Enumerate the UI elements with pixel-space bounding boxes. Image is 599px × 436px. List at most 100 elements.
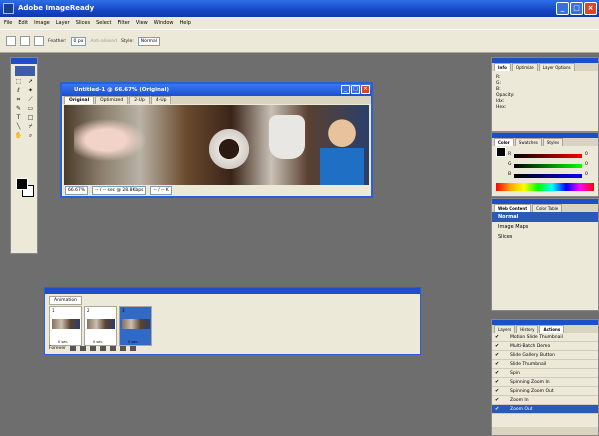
- menu-filter[interactable]: Filter: [118, 20, 130, 26]
- frame-delay[interactable]: 0 sec.: [93, 340, 103, 344]
- next-frame-icon[interactable]: [99, 346, 106, 351]
- check-icon[interactable]: ✔: [495, 333, 499, 342]
- play-icon[interactable]: [89, 346, 96, 351]
- antialiased-checkbox[interactable]: Anti-aliased: [90, 39, 117, 44]
- delete-frame-icon[interactable]: [129, 346, 136, 351]
- check-icon[interactable]: ✔: [495, 351, 499, 360]
- animation-frame-selected[interactable]: 3 0 sec.: [119, 306, 152, 346]
- menu-view[interactable]: View: [136, 20, 148, 26]
- selection-mode-icon[interactable]: [20, 36, 30, 46]
- color-swatches[interactable]: [16, 178, 34, 198]
- red-value[interactable]: 0: [585, 152, 588, 157]
- animation-frame[interactable]: 1 0 sec.: [49, 306, 82, 346]
- tab-optimized[interactable]: Optimized: [95, 96, 129, 104]
- slice-icon[interactable]: ⟋: [25, 96, 36, 104]
- animation-frame[interactable]: 2 0 sec.: [84, 306, 117, 346]
- zoom-field[interactable]: 66.67%: [65, 186, 89, 195]
- tab-info[interactable]: Info: [494, 63, 511, 71]
- green-slider[interactable]: [514, 164, 582, 168]
- tab-2up[interactable]: 2-Up: [129, 96, 150, 104]
- previous-frame-icon[interactable]: [79, 346, 86, 351]
- action-item[interactable]: ✔ Spin: [492, 369, 598, 378]
- color-foreground-swatch[interactable]: [496, 147, 506, 157]
- loop-select[interactable]: Forever: [49, 346, 66, 351]
- shape-icon[interactable]: □: [25, 114, 36, 122]
- frame-delay[interactable]: 0 sec.: [128, 340, 138, 344]
- tab-color[interactable]: Color: [494, 138, 514, 146]
- marquee-icon[interactable]: ⬚: [13, 78, 24, 86]
- tab-animation[interactable]: Animation: [49, 296, 82, 305]
- action-item[interactable]: ✔ Motion Slide Thumbnail: [492, 333, 598, 342]
- menu-image[interactable]: Image: [34, 20, 50, 26]
- tab-history[interactable]: History: [516, 325, 539, 333]
- green-value[interactable]: 0: [585, 162, 588, 167]
- menu-window[interactable]: Window: [154, 20, 174, 26]
- action-item-selected[interactable]: ✔ Zoom Out: [492, 405, 598, 414]
- selection-mode-icon[interactable]: [34, 36, 44, 46]
- animation-panel-header[interactable]: [45, 288, 420, 294]
- tween-icon[interactable]: [109, 346, 116, 351]
- tab-original[interactable]: Original: [64, 96, 95, 104]
- action-item[interactable]: ✔ Multi-Batch Demo: [492, 342, 598, 351]
- lasso-icon[interactable]: ℓ: [13, 87, 24, 95]
- marquee-tool-icon[interactable]: [6, 36, 16, 46]
- action-item[interactable]: ✔ Spinning Zoom Out: [492, 387, 598, 396]
- menu-help[interactable]: Help: [180, 20, 191, 26]
- tab-layers[interactable]: Layers: [494, 325, 516, 333]
- crop-icon[interactable]: ⌗: [13, 96, 24, 104]
- first-frame-icon[interactable]: [69, 346, 76, 351]
- tab-swatches[interactable]: Swatches: [514, 138, 542, 146]
- action-item[interactable]: ✔ Spinning Zoom In: [492, 378, 598, 387]
- document-close-button[interactable]: ×: [361, 85, 370, 94]
- document-minimize-button[interactable]: _: [341, 85, 350, 94]
- web-content-row[interactable]: Normal: [492, 212, 598, 222]
- menu-file[interactable]: File: [4, 20, 12, 26]
- download-time-field[interactable]: -- / -- sec @ 28.8Kbps: [92, 186, 147, 195]
- eyedropper-icon[interactable]: ⌿: [25, 123, 36, 131]
- color-spectrum[interactable]: [496, 183, 594, 191]
- style-select[interactable]: Normal: [137, 36, 161, 46]
- text-icon[interactable]: T: [13, 114, 24, 122]
- tab-styles[interactable]: Styles: [542, 138, 564, 146]
- eraser-icon[interactable]: ▭: [25, 105, 36, 113]
- tab-color-table[interactable]: Color Table: [532, 204, 563, 212]
- check-icon[interactable]: ✔: [495, 405, 499, 414]
- tab-web-content[interactable]: Web Content: [494, 204, 532, 212]
- check-icon[interactable]: ✔: [495, 342, 499, 351]
- check-icon[interactable]: ✔: [495, 360, 499, 369]
- action-item[interactable]: ✔ Slide Gallery Button: [492, 351, 598, 360]
- document-maximize-button[interactable]: □: [351, 85, 360, 94]
- image-canvas[interactable]: [64, 105, 369, 185]
- blue-slider[interactable]: [514, 174, 582, 178]
- check-icon[interactable]: ✔: [495, 369, 499, 378]
- web-content-row[interactable]: Slices: [492, 232, 598, 242]
- tab-4up[interactable]: 4-Up: [150, 96, 172, 104]
- blue-value[interactable]: 0: [585, 172, 588, 177]
- magic-wand-icon[interactable]: ✦: [25, 87, 36, 95]
- feather-input[interactable]: 0 px: [70, 36, 87, 46]
- minimize-button[interactable]: _: [556, 2, 569, 15]
- check-icon[interactable]: ✔: [495, 387, 499, 396]
- file-size-field[interactable]: -- / -- K: [150, 186, 172, 195]
- action-item[interactable]: ✔ Slide Thumbnail: [492, 360, 598, 369]
- maximize-button[interactable]: □: [570, 2, 583, 15]
- zoom-icon[interactable]: ⌕: [25, 132, 36, 140]
- new-frame-icon[interactable]: [119, 346, 126, 351]
- foreground-color-swatch[interactable]: [16, 178, 28, 190]
- tab-optimize[interactable]: Optimize: [511, 63, 538, 71]
- move-icon[interactable]: ➚: [25, 78, 36, 86]
- menu-edit[interactable]: Edit: [18, 20, 28, 26]
- frame-delay[interactable]: 0 sec.: [58, 340, 68, 344]
- menu-slices[interactable]: Slices: [76, 20, 90, 26]
- check-icon[interactable]: ✔: [495, 396, 499, 405]
- toolbox-header[interactable]: [11, 58, 37, 64]
- red-slider[interactable]: [514, 154, 582, 158]
- close-button[interactable]: ×: [584, 2, 597, 15]
- tab-actions[interactable]: Actions: [539, 325, 565, 333]
- brush-icon[interactable]: ✎: [13, 105, 24, 113]
- action-item[interactable]: ✔ Zoom In: [492, 396, 598, 405]
- hand-icon[interactable]: ✋: [13, 132, 24, 140]
- check-icon[interactable]: ✔: [495, 378, 499, 387]
- tab-layer-options[interactable]: Layer Options: [538, 63, 575, 71]
- web-content-row[interactable]: Image Maps: [492, 222, 598, 232]
